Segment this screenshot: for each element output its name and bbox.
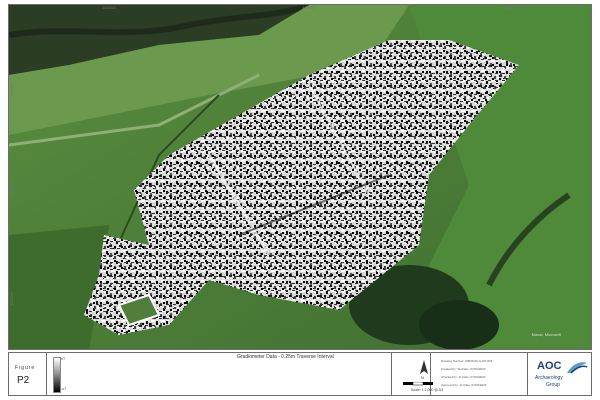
north-label: N [421,375,424,380]
map-attribution: Maxar, Microsoft [531,332,561,337]
legend-max: nT [61,357,66,361]
figure-label: Figure [15,365,36,371]
map-view[interactable]: 400000 410000 420000 600000 610000 62000… [8,4,592,350]
map-title: Gradiometer Data - 0.25m Traverse Interv… [237,354,334,360]
approved-by: Approved by: JL Date: 07/03/2023 [441,383,487,387]
drawing-number: Drawing Number: 00000-00-G-DP-001 [441,359,493,363]
title-block: Figure P2 nT -nT Gradiometer Data - 0.25… [8,352,592,396]
created-by: Created by: SH Date: 07/03/2023 [441,367,486,371]
coord-top-2: 410000 [302,5,316,10]
coord-left-3: 620000 [9,291,14,305]
scale-text: Scale: 1:1,000 @ A3 [411,388,443,392]
aerial-imagery [9,5,591,349]
figure-cell: Figure P2 [9,353,47,395]
coord-left-1: 600000 [9,81,14,95]
logo-swoosh-icon [567,362,588,374]
logo-sub2: Group [546,382,560,388]
legend-min: -nT [61,387,67,391]
figure-number: P2 [17,375,30,386]
logo-sub1: Archaeology [535,375,563,381]
coord-top-3: 420000 [502,5,516,10]
logo-name: AOC [537,360,562,372]
legend-gradient [53,357,61,393]
north-arrow-icon [420,360,428,374]
coord-top-1: 400000 [102,5,116,10]
scale-bar [403,382,433,386]
coord-left-2: 610000 [9,181,14,195]
checked-by: Checked by: JL Date: 07/03/2023 [441,375,486,379]
logo-divider [527,353,528,395]
